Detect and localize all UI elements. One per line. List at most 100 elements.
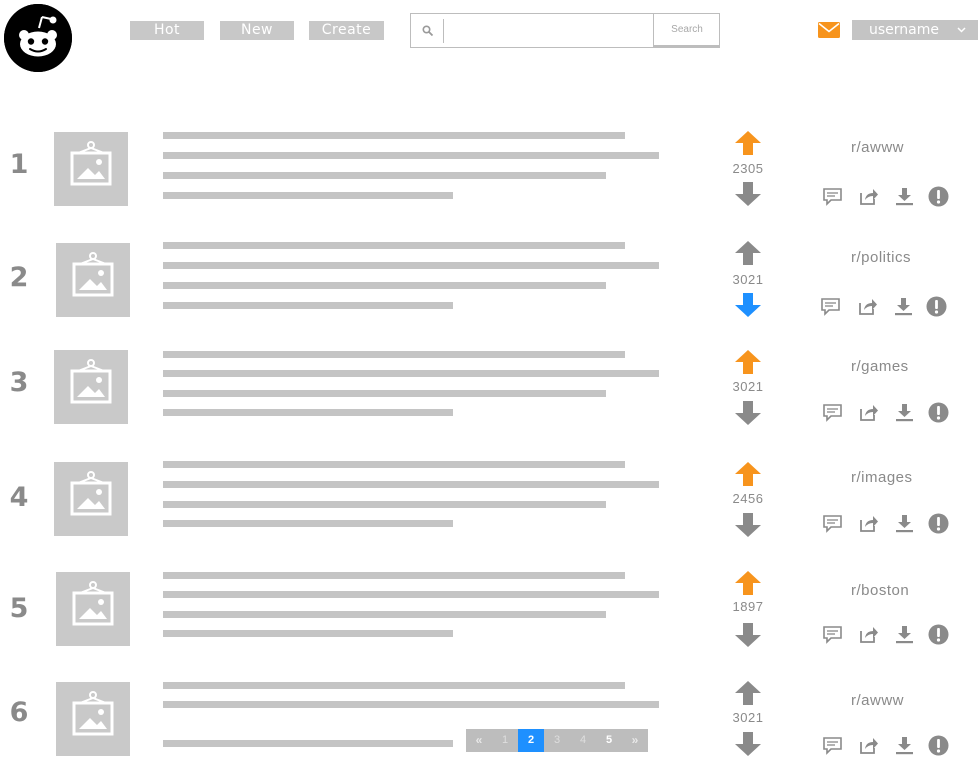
subreddit-link[interactable]: r/politics bbox=[851, 249, 911, 266]
post-thumbnail-image-icon[interactable] bbox=[54, 462, 128, 536]
post-text-placeholder bbox=[163, 501, 606, 508]
post-row: 4 2456 r/images bbox=[0, 449, 978, 559]
post-rank: 4 bbox=[9, 482, 29, 513]
subreddit-link[interactable]: r/awww bbox=[851, 139, 904, 156]
report-icon[interactable] bbox=[928, 402, 949, 423]
post-text-placeholder bbox=[163, 132, 625, 139]
comment-icon[interactable] bbox=[822, 402, 843, 423]
share-icon[interactable] bbox=[858, 186, 879, 207]
post-text-placeholder bbox=[163, 152, 659, 159]
post-text-placeholder bbox=[163, 302, 453, 309]
pagination-page-2[interactable]: 2 bbox=[518, 729, 544, 752]
pagination-first-button[interactable]: « bbox=[466, 729, 492, 752]
post-row: 2 3021 r/politics bbox=[0, 229, 978, 339]
post-text-placeholder bbox=[163, 390, 606, 397]
pagination-page-5[interactable]: 5 bbox=[596, 729, 622, 752]
search-icon bbox=[422, 25, 434, 37]
upvote-arrow-icon[interactable] bbox=[735, 462, 761, 486]
report-icon[interactable] bbox=[926, 296, 947, 317]
pagination-page-3[interactable]: 3 bbox=[544, 729, 570, 752]
upvote-arrow-icon[interactable] bbox=[735, 241, 761, 265]
download-icon[interactable] bbox=[894, 186, 915, 207]
comment-icon[interactable] bbox=[822, 513, 843, 534]
post-row: 3 3021 r/games bbox=[0, 337, 978, 447]
post-text-placeholder bbox=[163, 611, 606, 618]
comment-icon[interactable] bbox=[822, 735, 843, 756]
pagination-page-1[interactable]: 1 bbox=[492, 729, 518, 752]
post-rank: 1 bbox=[9, 149, 29, 180]
report-icon[interactable] bbox=[928, 186, 949, 207]
post-score: 3021 bbox=[732, 710, 764, 725]
upvote-arrow-icon[interactable] bbox=[735, 350, 761, 374]
post-thumbnail-image-icon[interactable] bbox=[56, 682, 130, 756]
share-icon[interactable] bbox=[858, 402, 879, 423]
share-icon[interactable] bbox=[858, 513, 879, 534]
reddit-logo[interactable] bbox=[4, 4, 72, 72]
post-text-placeholder bbox=[163, 740, 453, 747]
share-icon[interactable] bbox=[858, 624, 879, 645]
post-text-placeholder bbox=[163, 591, 659, 598]
user-menu-button[interactable]: username bbox=[852, 20, 978, 40]
download-icon[interactable] bbox=[893, 296, 914, 317]
subreddit-link[interactable]: r/images bbox=[851, 469, 913, 486]
post-text-placeholder bbox=[163, 262, 659, 269]
post-text-placeholder bbox=[163, 572, 625, 579]
downvote-arrow-icon[interactable] bbox=[735, 732, 761, 756]
downvote-arrow-icon[interactable] bbox=[735, 293, 761, 317]
post-rank: 2 bbox=[9, 262, 29, 293]
post-rank: 3 bbox=[9, 367, 29, 398]
report-icon[interactable] bbox=[928, 624, 949, 645]
upvote-arrow-icon[interactable] bbox=[735, 571, 761, 595]
envelope-icon[interactable] bbox=[818, 22, 840, 38]
subreddit-link[interactable]: r/awww bbox=[851, 692, 904, 709]
post-thumbnail-image-icon[interactable] bbox=[54, 350, 128, 424]
post-row: 1 2305 r/awww bbox=[0, 118, 978, 228]
report-icon[interactable] bbox=[928, 513, 949, 534]
post-score: 2456 bbox=[732, 491, 764, 506]
post-thumbnail-image-icon[interactable] bbox=[56, 572, 130, 646]
download-icon[interactable] bbox=[894, 513, 915, 534]
comment-icon[interactable] bbox=[822, 624, 843, 645]
post-rank: 6 bbox=[9, 697, 29, 728]
downvote-arrow-icon[interactable] bbox=[735, 513, 761, 537]
post-text-placeholder bbox=[163, 242, 625, 249]
post-score: 3021 bbox=[732, 272, 764, 287]
post-text-placeholder bbox=[163, 192, 453, 199]
downvote-arrow-icon[interactable] bbox=[735, 182, 761, 206]
search-button[interactable]: Search bbox=[653, 13, 720, 48]
post-thumbnail-image-icon[interactable] bbox=[54, 132, 128, 206]
pagination-page-4[interactable]: 4 bbox=[570, 729, 596, 752]
download-icon[interactable] bbox=[894, 402, 915, 423]
report-icon[interactable] bbox=[928, 735, 949, 756]
chevron-down-icon bbox=[957, 27, 966, 33]
comment-icon[interactable] bbox=[822, 186, 843, 207]
post-text-placeholder bbox=[163, 701, 659, 708]
post-score: 1897 bbox=[732, 599, 764, 614]
downvote-arrow-icon[interactable] bbox=[735, 623, 761, 647]
pagination-last-button[interactable]: » bbox=[622, 729, 648, 752]
post-score: 2305 bbox=[732, 161, 764, 176]
post-text-placeholder bbox=[163, 172, 606, 179]
share-icon[interactable] bbox=[858, 735, 879, 756]
pagination: « 1 2 3 4 5 » bbox=[466, 729, 648, 752]
search-input[interactable] bbox=[447, 17, 651, 45]
upvote-arrow-icon[interactable] bbox=[735, 131, 761, 155]
nav-hot-button[interactable]: Hot bbox=[130, 21, 204, 40]
subreddit-link[interactable]: r/games bbox=[851, 358, 909, 375]
post-text-placeholder bbox=[163, 370, 659, 377]
subreddit-link[interactable]: r/boston bbox=[851, 582, 909, 599]
nav-create-button[interactable]: Create bbox=[309, 21, 384, 40]
post-text-placeholder bbox=[163, 461, 625, 468]
upvote-arrow-icon[interactable] bbox=[735, 681, 761, 705]
download-icon[interactable] bbox=[894, 735, 915, 756]
post-thumbnail-image-icon[interactable] bbox=[56, 243, 130, 317]
download-icon[interactable] bbox=[894, 624, 915, 645]
post-text-placeholder bbox=[163, 282, 606, 289]
post-text-placeholder bbox=[163, 409, 453, 416]
downvote-arrow-icon[interactable] bbox=[735, 401, 761, 425]
nav-new-button[interactable]: New bbox=[220, 21, 294, 40]
share-icon[interactable] bbox=[857, 296, 878, 317]
comment-icon[interactable] bbox=[820, 296, 841, 317]
post-text-placeholder bbox=[163, 520, 453, 527]
search-divider bbox=[443, 19, 444, 43]
